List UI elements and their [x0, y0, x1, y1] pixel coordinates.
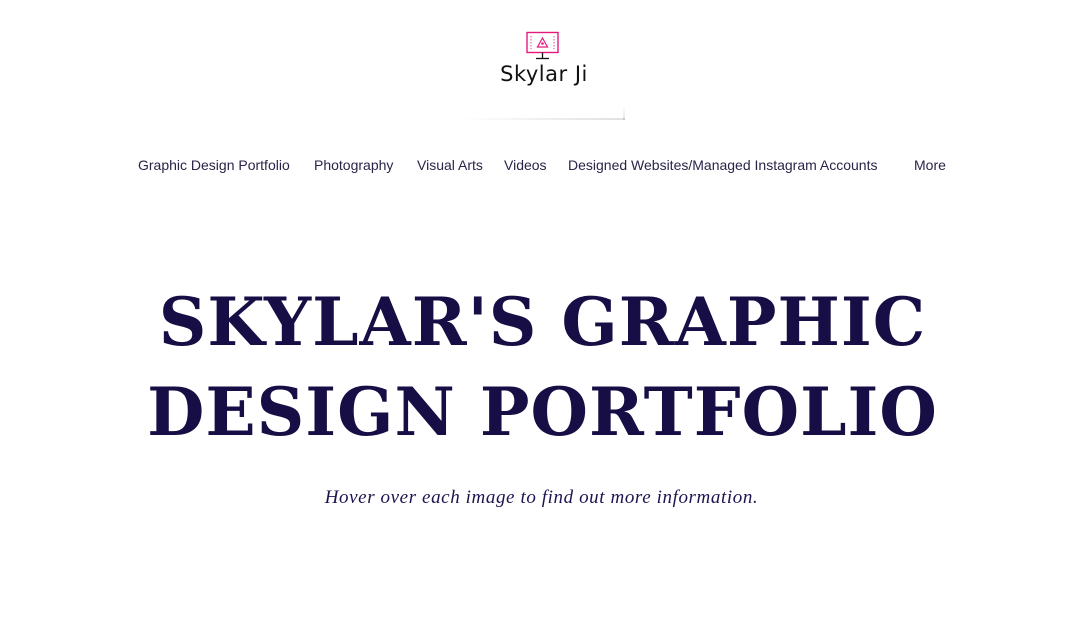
nav-item-designed-websites[interactable]: Designed Websites/Managed Instagram Acco…	[568, 154, 877, 176]
nav-item-graphic-design-portfolio[interactable]: Graphic Design Portfolio	[138, 154, 290, 176]
logo-shadow	[460, 118, 625, 120]
main-nav: Graphic Design Portfolio Photography Vis…	[0, 154, 1069, 176]
page-title-line-1: SKYLAR'S GRAPHIC	[158, 283, 927, 361]
nav-item-photography[interactable]: Photography	[314, 154, 393, 176]
logo-shadow-edge	[623, 106, 625, 120]
page-title: SKYLAR'S GRAPHIC DESIGN PORTFOLIO	[0, 277, 1069, 457]
nav-item-more[interactable]: More	[914, 154, 946, 176]
nav-item-visual-arts[interactable]: Visual Arts	[417, 154, 483, 176]
page-subtitle: Hover over each image to find out more i…	[324, 487, 759, 508]
logo-text: Skylar Ji	[500, 62, 588, 86]
monitor-design-icon	[525, 31, 561, 63]
page-title-line-2: DESIGN PORTFOLIO	[147, 373, 938, 451]
site-logo[interactable]: Skylar Ji	[460, 26, 625, 120]
nav-item-videos[interactable]: Videos	[504, 154, 547, 176]
